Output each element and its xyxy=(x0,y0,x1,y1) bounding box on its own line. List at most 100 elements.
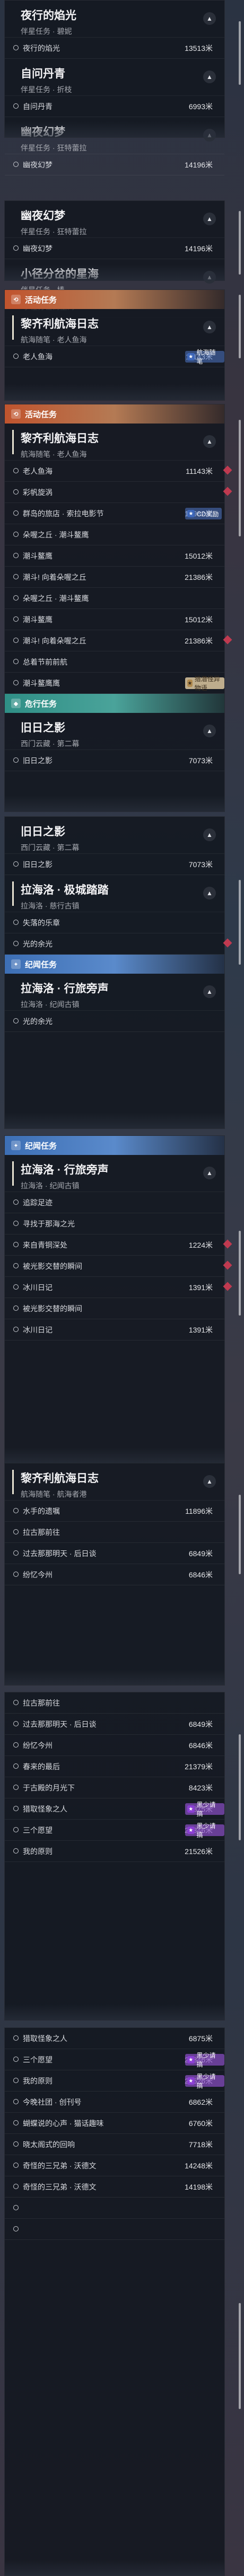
quest-title: 拉海洛 · 行旅旁声 xyxy=(21,1164,109,1176)
quest-header[interactable]: 黎齐利航海日志 航海随笔 · 老人鱼海 ▲ xyxy=(5,309,224,346)
collapse-icon[interactable]: ▲ xyxy=(203,271,216,284)
scrollbar[interactable] xyxy=(239,2303,241,2409)
map-marker-icon[interactable] xyxy=(223,1239,232,1249)
scrollbar[interactable] xyxy=(239,21,241,85)
quest-step-row[interactable]: 夜行的焰光 13513米 xyxy=(5,38,224,59)
quest-distance: 8423米 xyxy=(188,1783,213,1792)
quest-header[interactable]: 自问丹青 伴星任务 · 折枝 ▲ xyxy=(5,59,224,96)
collapse-icon[interactable]: ▲ xyxy=(203,213,216,225)
quest-step-row[interactable]: 光的余光 xyxy=(5,933,232,955)
quest-header[interactable]: 黎齐利航海日志 航海随笔 · 航海者港 ▲ xyxy=(5,1463,224,1501)
quest-step-row[interactable]: 自问丹青 6993米 xyxy=(5,96,224,117)
quest-header[interactable]: 拉海洛 · 行旅旁声 拉海洛 · 纪闻古镇 ▲ xyxy=(5,1155,224,1192)
quest-step-row[interactable]: 追踪足迹 xyxy=(5,1192,224,1213)
map-marker-icon[interactable] xyxy=(223,465,232,475)
quest-step-row[interactable]: 朵喔之丘 · 潮斗鳌鹰 xyxy=(5,588,224,609)
quest-step-row[interactable]: 奇怪的三兄弟 · 沃德文 14248米 xyxy=(5,2155,224,2176)
quest-step-row[interactable]: 今晚社团 · 创刊号 6862米 xyxy=(5,2092,224,2113)
quest-step-row[interactable]: 潮斗鳌鹰 15012米 xyxy=(5,545,224,567)
quest-step-row[interactable]: 过去那那明天 · 后日谈 6849米 xyxy=(5,1714,224,1735)
quest-step-row[interactable]: 失落的乐章 xyxy=(5,912,224,933)
quest-step-row[interactable]: 幽夜幻梦 14196米 xyxy=(5,154,224,175)
quest-header[interactable]: 幽夜幻梦 伴星任务 · 狂特蕾拉 ▲ xyxy=(5,117,224,154)
quest-step-row[interactable]: 旧日之影 7073米 xyxy=(5,854,224,875)
quest-step-row[interactable]: 冰川日记 1391米 xyxy=(5,1277,232,1298)
collapse-icon[interactable]: ▲ xyxy=(203,1167,216,1179)
quest-step-row[interactable]: 冰川日记 1391米 xyxy=(5,1319,224,1340)
quest-step-row[interactable]: 纷忆今州 6846米 xyxy=(5,1564,224,1585)
quest-step-row[interactable]: 潮斗鳌鹰鹰 ★ 猎潜怪异物语 xyxy=(5,673,224,694)
step-circle-icon xyxy=(13,2099,19,2104)
quest-step-name: 晓太阁式的回响 xyxy=(23,2140,75,2149)
scrollbar[interactable] xyxy=(239,420,241,536)
quest-step-row[interactable]: 奇怪的三兄弟 · 沃德文 14198米 xyxy=(5,2176,224,2198)
quest-step-row[interactable]: 老人鱼海11143米★航海随笔 xyxy=(5,346,224,367)
quest-subtitle: 拉海洛 · 纪闻古镇 xyxy=(21,1181,80,1190)
quest-step-row[interactable]: 我的原则 21526米 xyxy=(5,1841,224,1862)
quest-header[interactable]: 旧日之影 西门云藏 · 第二幕 ▲ xyxy=(5,713,224,750)
badge-label: 黑少请搞 xyxy=(196,2073,216,2089)
quest-step-row[interactable]: 群岛的旅店 · 索拉电影节14982米★CD奖励 xyxy=(5,503,224,524)
quest-step-row[interactable]: 纷忆今州 6846米 xyxy=(5,1735,224,1756)
scrollbar[interactable] xyxy=(239,295,241,358)
map-marker-icon[interactable] xyxy=(223,635,232,645)
collapse-icon[interactable]: ▲ xyxy=(203,70,216,83)
quest-step-row[interactable]: 拉古那前往 xyxy=(5,1692,224,1714)
quest-step-row[interactable]: 总着节前前航 xyxy=(5,651,224,673)
scrollbar[interactable] xyxy=(239,1734,241,1840)
quest-step-row[interactable]: 幽夜幻梦 14196米 xyxy=(5,238,224,259)
quest-step-row[interactable]: 潮斗鳌鹰 15012米 xyxy=(5,609,224,630)
quest-header[interactable]: 拉海洛 · 极城踏踏 拉海洛 · 慈行古镇 ▲ xyxy=(5,875,224,912)
quest-step-row[interactable]: 晓太阁式的回响 7718米 xyxy=(5,2134,224,2155)
quest-step-row[interactable]: 老人鱼海 11143米 xyxy=(5,461,232,482)
scrollbar[interactable] xyxy=(239,1231,241,1316)
quest-step-row[interactable]: 旧日之影 7073米 xyxy=(5,750,224,771)
quest-step-row[interactable]: 春来的最后 21379米 xyxy=(5,1756,224,1777)
scrollbar[interactable] xyxy=(239,211,241,275)
quest-header[interactable]: 黎齐利航海日志 航海随笔 · 老人鱼海 ▲ xyxy=(5,424,224,461)
collapse-icon[interactable]: ▲ xyxy=(203,725,216,737)
map-marker-icon[interactable] xyxy=(223,1260,232,1270)
step-circle-icon xyxy=(13,2226,19,2231)
quest-step-row[interactable]: 光的余光 xyxy=(5,1011,224,1032)
collapse-icon[interactable]: ▲ xyxy=(203,435,216,448)
quest-step-row[interactable]: 于古殿的月光下 8423米 xyxy=(5,1777,224,1798)
quest-step-row[interactable] xyxy=(5,2219,224,2240)
step-circle-icon xyxy=(13,757,19,763)
step-circle-icon xyxy=(13,1508,19,1513)
map-marker-icon[interactable] xyxy=(223,487,232,496)
collapse-icon[interactable]: ▲ xyxy=(203,828,216,841)
collapse-icon[interactable]: ▲ xyxy=(203,985,216,998)
quest-header[interactable]: 夜行的焰光 伴星任务 · 碧妮 ▲ xyxy=(5,1,224,38)
quest-step-row[interactable]: 蝴蝶说的心声 · 猫话趣味 6760米 xyxy=(5,2113,224,2134)
quest-step-row[interactable]: 潮斗! 向着朵喔之丘 21386米 xyxy=(5,567,224,588)
quest-step-row[interactable]: 被光影交替的瞬间 xyxy=(5,1298,224,1319)
quest-step-row[interactable]: 被光影交替的瞬间 xyxy=(5,1256,232,1277)
quest-header[interactable]: 拉海洛 · 行旅旁声 拉海洛 · 纪闻古镇 ▲ xyxy=(5,974,224,1011)
map-marker-icon[interactable] xyxy=(223,938,232,948)
quest-step-row[interactable] xyxy=(5,2198,224,2219)
collapse-icon[interactable]: ▲ xyxy=(203,1475,216,1488)
quest-step-row[interactable]: 猎取怪象之人 6875米 xyxy=(5,2028,224,2049)
map-marker-icon[interactable] xyxy=(223,1282,232,1291)
scrollbar[interactable] xyxy=(239,880,241,965)
collapse-icon[interactable]: ▲ xyxy=(203,321,216,333)
collapse-icon[interactable]: ▲ xyxy=(203,12,216,25)
quest-step-row[interactable]: 寻找于那海之光 xyxy=(5,1213,224,1234)
quest-step-row[interactable]: 彩帆旋涡 xyxy=(5,482,232,503)
quest-step-row[interactable]: 三个愿望21346米★黑少请搞 xyxy=(5,2049,224,2070)
scrollbar[interactable] xyxy=(239,1495,241,1574)
quest-header[interactable]: 旧日之影 西门云藏 · 第二幕 ▲ xyxy=(5,817,224,854)
collapse-icon[interactable]: ▲ xyxy=(203,129,216,142)
quest-step-row[interactable]: 朵喔之丘 · 潮斗鳌鹰 xyxy=(5,524,224,545)
quest-header[interactable]: 幽夜幻梦 伴星任务 · 狂特蕾拉 ▲ xyxy=(5,201,224,238)
quest-step-row[interactable]: 拉古那前往 xyxy=(5,1522,224,1543)
quest-step-row[interactable]: 水手的遗嘱 11896米 xyxy=(5,1501,224,1522)
collapse-icon[interactable]: ▲ xyxy=(203,887,216,899)
quest-step-row[interactable]: 潮斗! 向着朵喔之丘 21386米 xyxy=(5,630,232,651)
quest-step-row[interactable]: 我的原则21526米★黑少请搞 xyxy=(5,2070,224,2092)
quest-step-row[interactable]: 过去那那明天 · 后日谈 6849米 xyxy=(5,1543,224,1564)
quest-step-row[interactable]: 来自青铜深处 1224米 xyxy=(5,1234,232,1256)
quest-step-row[interactable]: 三个愿望21346米★黑少请搞 xyxy=(5,1820,224,1841)
quest-step-row[interactable]: 猎取怪象之人6875米★黑少请搞 xyxy=(5,1798,224,1820)
